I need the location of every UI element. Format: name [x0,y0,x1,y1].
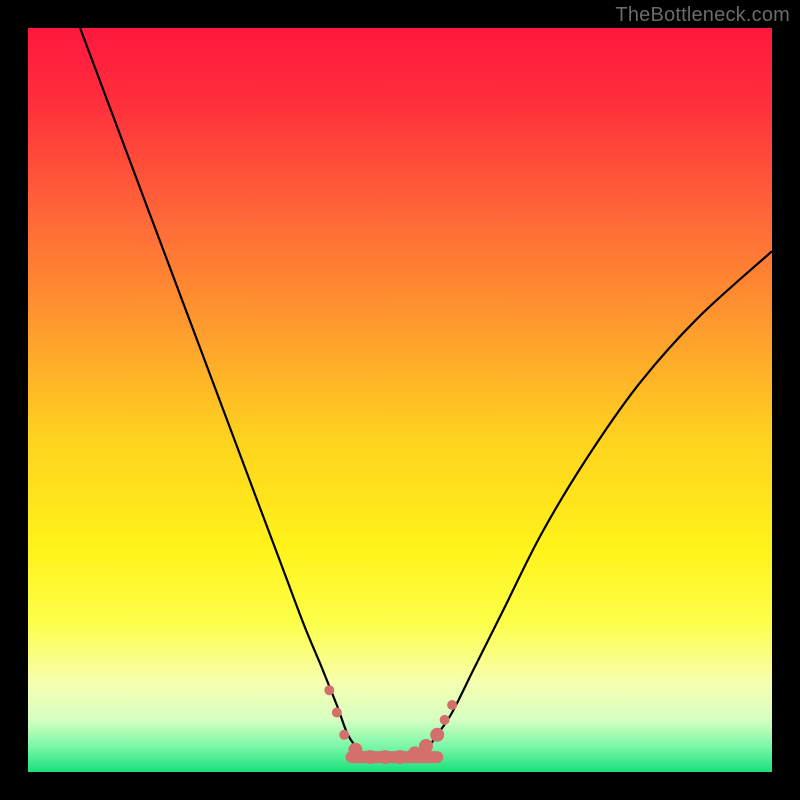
valley-marker [393,750,407,764]
chart-frame: TheBottleneck.com [0,0,800,800]
plot-area [28,28,772,772]
valley-marker [339,730,349,740]
valley-marker [440,715,450,725]
valley-marker [324,685,334,695]
watermark-text: TheBottleneck.com [615,4,790,27]
valley-marker [332,708,342,718]
valley-marker [348,743,362,757]
valley-marker [430,728,444,742]
valley-marker [378,750,392,764]
valley-marker [419,739,433,753]
bottleneck-curve [80,28,772,758]
valley-marker [447,700,457,710]
valley-marker [363,750,377,764]
curve-layer [28,28,772,772]
